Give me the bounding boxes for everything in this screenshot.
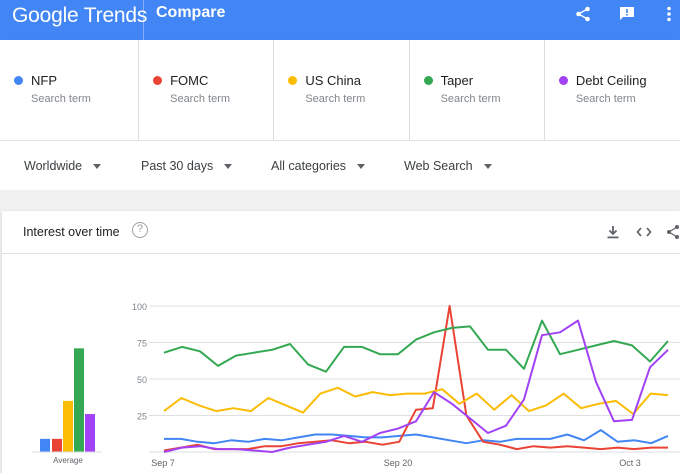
interest-over-time-card: Interest over time ? 100 75 50 25 Sep 7 Sep 2…: [2, 211, 680, 473]
average-bar: [40, 438, 50, 452]
time-range-value: Past 30 days: [141, 159, 214, 173]
chevron-down-icon: [357, 163, 366, 169]
term-label: Taper: [440, 73, 474, 88]
feedback-icon[interactable]: [616, 3, 638, 25]
share-chart-icon[interactable]: [664, 223, 680, 241]
y-tick-label: 100: [132, 302, 147, 312]
x-tick-label: Sep 7: [151, 458, 175, 468]
average-bar: [52, 438, 62, 452]
card-title: Interest over time: [23, 225, 120, 239]
logo-google-text: Google: [12, 4, 79, 27]
series-line: [163, 305, 668, 452]
interest-chart: 100 75 50 25 Sep 7 Sep 20 Oct 3 Average: [32, 302, 680, 468]
y-tick-label: 25: [137, 412, 147, 422]
term-card-us-china[interactable]: US China Search term: [274, 40, 410, 140]
chevron-down-icon: [93, 163, 102, 169]
average-bar: [85, 414, 95, 452]
share-icon[interactable]: [572, 3, 594, 25]
term-type: Search term: [575, 93, 636, 105]
average-bar: [63, 400, 73, 452]
filter-bar: Worldwide Past 30 days All categories We…: [0, 140, 680, 190]
term-type: Search term: [440, 93, 501, 105]
series-color-dot: [14, 76, 23, 85]
x-tick-label: Sep 20: [384, 458, 413, 468]
series-line: [163, 319, 669, 373]
search-type-value: Web Search: [404, 159, 473, 173]
search-terms-row: NFP Search term FOMC Search term US Chin…: [0, 40, 680, 140]
term-label: US China: [305, 73, 361, 88]
term-type: Search term: [31, 93, 91, 105]
download-icon[interactable]: [604, 223, 622, 241]
term-type: Search term: [305, 93, 366, 105]
top-app-bar: Google Trends Compare: [0, 0, 680, 40]
region-value: Worldwide: [24, 159, 83, 173]
term-label: NFP: [31, 73, 57, 88]
chevron-down-icon: [224, 163, 233, 169]
y-tick-label: 75: [137, 339, 147, 349]
embed-code-icon[interactable]: [635, 223, 653, 241]
series-color-dot: [558, 76, 568, 85]
term-label: Debt Ceiling: [575, 73, 647, 88]
term-label: FOMC: [170, 73, 209, 88]
term-type: Search term: [170, 93, 231, 105]
region-dropdown[interactable]: Worldwide: [24, 159, 102, 173]
header-divider: [143, 0, 144, 40]
x-tick-label: Oct 3: [619, 458, 641, 468]
term-card-debt-ceiling[interactable]: Debt Ceiling Search term: [545, 40, 680, 140]
page-title: Compare: [156, 4, 226, 21]
series-color-dot: [423, 76, 433, 85]
logo-trends-text: Trends: [83, 4, 148, 27]
term-card-nfp[interactable]: NFP Search term: [0, 40, 140, 140]
term-card-fomc[interactable]: FOMC Search term: [139, 40, 275, 140]
average-label: Average: [53, 456, 83, 465]
category-dropdown[interactable]: All categories: [271, 159, 366, 173]
google-trends-logo[interactable]: Google Trends: [12, 4, 147, 28]
help-icon[interactable]: ?: [132, 222, 148, 238]
series-color-dot: [288, 76, 298, 85]
more-options-icon[interactable]: [658, 3, 680, 25]
category-value: All categories: [271, 159, 347, 173]
y-tick-label: 50: [137, 375, 147, 385]
series-line: [164, 429, 669, 445]
term-card-taper[interactable]: Taper Search term: [410, 40, 545, 140]
search-type-dropdown[interactable]: Web Search: [404, 159, 492, 173]
series-color-dot: [153, 76, 163, 85]
chevron-down-icon: [483, 163, 492, 169]
average-bar: [74, 348, 84, 452]
time-range-dropdown[interactable]: Past 30 days: [141, 159, 233, 173]
